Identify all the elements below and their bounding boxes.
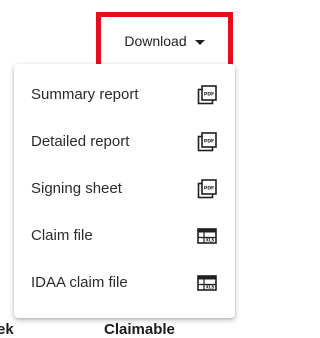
download-button[interactable]: Download — [101, 17, 228, 65]
pdf-icon: PDF — [196, 178, 218, 200]
svg-text:XLS: XLS — [206, 237, 215, 242]
menu-item-signing-sheet[interactable]: Signing sheet PDF — [14, 165, 235, 212]
caret-down-icon — [194, 39, 205, 45]
menu-item-label: IDAA claim file — [31, 274, 128, 291]
svg-text:XLS: XLS — [206, 284, 215, 289]
column-header-partial: ek — [0, 321, 14, 338]
menu-item-label: Claim file — [31, 227, 93, 244]
download-button-label: Download — [124, 33, 187, 49]
menu-item-label: Signing sheet — [31, 180, 122, 197]
pdf-icon: PDF — [196, 84, 218, 106]
spreadsheet-icon: XLS — [196, 272, 218, 294]
svg-text:PDF: PDF — [204, 138, 214, 144]
pdf-icon: PDF — [196, 131, 218, 153]
menu-item-summary-report[interactable]: Summary report PDF — [14, 71, 235, 118]
svg-text:PDF: PDF — [204, 185, 214, 191]
menu-item-label: Detailed report — [31, 133, 130, 150]
column-header-claimable[interactable]: Claimable — [104, 321, 175, 338]
menu-item-label: Summary report — [31, 86, 139, 103]
menu-item-idaa-claim-file[interactable]: IDAA claim file XLS — [14, 259, 235, 306]
menu-item-claim-file[interactable]: Claim file XLS — [14, 212, 235, 259]
menu-item-detailed-report[interactable]: Detailed report PDF — [14, 118, 235, 165]
spreadsheet-icon: XLS — [196, 225, 218, 247]
table-header: ek Claimable — [0, 316, 253, 338]
svg-text:PDF: PDF — [204, 91, 214, 97]
download-menu: Summary report PDF Detailed report PDF S… — [14, 64, 235, 318]
